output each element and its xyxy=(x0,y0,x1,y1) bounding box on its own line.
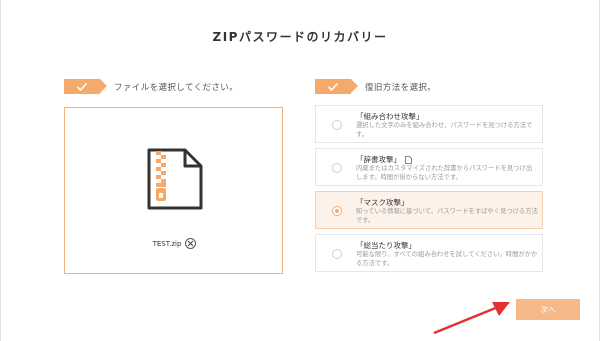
method-description: 知っている情報に基づいて、パスワードをすばやく見つける方法です。 xyxy=(356,208,538,224)
step-select-file-header: ファイルを選択してください。 xyxy=(64,79,238,94)
method-radio[interactable] xyxy=(332,206,342,216)
remove-file-button[interactable] xyxy=(185,238,197,249)
page-title: ZIPパスワードのリカバリー xyxy=(212,30,388,44)
file-drop-area[interactable]: TEST.zip xyxy=(64,107,283,274)
document-icon[interactable] xyxy=(405,155,412,164)
step-select-method-header: 復旧方法を選択。 xyxy=(315,79,436,94)
method-option-dictionary[interactable]: 「辞書攻撃」 内蔵またはカスタマイズされた辞書からパスワードを見つけ出します。時… xyxy=(315,148,543,186)
step-check-badge xyxy=(64,79,107,94)
checkmark-icon xyxy=(327,82,339,91)
zip-file-icon xyxy=(147,148,203,210)
selected-file-row: TEST.zip xyxy=(65,238,284,249)
method-option-combination[interactable]: 「組み合わせ攻撃」 選択した文字のみを組み合わせ、パスワードを見つける方法です。 xyxy=(315,105,543,143)
method-radio[interactable] xyxy=(332,163,342,173)
step-select-method-label: 復旧方法を選択。 xyxy=(365,82,437,93)
step-select-file-label: ファイルを選択してください。 xyxy=(114,82,239,93)
method-description: 可能な限り、すべての組み合わせを試してください。時間がかかる方法です。 xyxy=(356,251,538,267)
method-option-mask[interactable]: 「マスク攻撃」 知っている情報に基づいて、パスワードをすばやく見つける方法です。 xyxy=(315,191,543,229)
step-check-badge xyxy=(315,79,358,94)
next-button[interactable]: 次へ xyxy=(516,299,580,320)
method-description: 選択した文字のみを組み合わせ、パスワードを見つける方法です。 xyxy=(356,122,533,138)
annotation-arrow xyxy=(433,302,510,335)
method-option-brute-force[interactable]: 「総当たり攻撃」 可能な限り、すべての組み合わせを試してください。時間がかかる方… xyxy=(315,234,543,272)
method-description: 内蔵またはカスタマイズされた辞書からパスワードを見つけ出します。時間が掛からない… xyxy=(356,165,533,181)
method-radio[interactable] xyxy=(332,120,342,130)
close-icon xyxy=(188,240,194,247)
file-name: TEST.zip xyxy=(152,239,182,248)
recovery-method-list: 「組み合わせ攻撃」 選択した文字のみを組み合わせ、パスワードを見つける方法です。… xyxy=(315,105,543,277)
method-radio[interactable] xyxy=(332,249,342,259)
checkmark-icon xyxy=(76,82,88,91)
